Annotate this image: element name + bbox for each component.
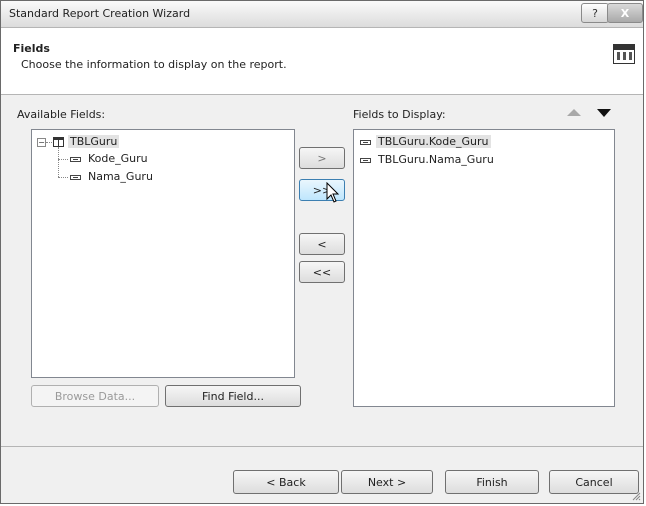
fields-to-display-label: Fields to Display:	[353, 108, 446, 121]
mouse-cursor-icon	[326, 182, 340, 203]
available-fields-tree[interactable]: − TBLGuru Kode_Guru Nama_Guru	[31, 129, 295, 378]
help-button[interactable]: ?	[581, 3, 609, 23]
remove-all-fields-button[interactable]: <<	[299, 261, 345, 283]
finish-button[interactable]: Finish	[445, 470, 539, 494]
tree-node-field[interactable]: Nama_Guru	[88, 170, 153, 183]
fields-to-display-list[interactable]: TBLGuru.Kode_Guru TBLGuru.Nama_Guru	[353, 129, 615, 407]
cancel-button[interactable]: Cancel	[549, 470, 639, 494]
display-field-item[interactable]: TBLGuru.Kode_Guru	[376, 135, 491, 148]
display-field-item[interactable]: TBLGuru.Nama_Guru	[378, 153, 494, 166]
field-icon	[70, 157, 81, 162]
window-title: Standard Report Creation Wizard	[9, 7, 191, 20]
page-subtitle: Choose the information to display on the…	[21, 58, 287, 71]
title-bar[interactable]: Standard Report Creation Wizard ? X	[1, 1, 643, 28]
report-icon	[613, 44, 635, 64]
wizard-header: Fields Choose the information to display…	[1, 28, 643, 95]
next-button[interactable]: Next >	[341, 470, 433, 494]
move-down-arrow-icon[interactable]	[597, 109, 611, 117]
field-icon	[360, 158, 371, 163]
browse-data-button[interactable]: Browse Data...	[31, 385, 159, 407]
available-fields-label: Available Fields:	[17, 108, 106, 121]
tree-node-table[interactable]: TBLGuru	[68, 135, 120, 148]
field-icon	[360, 140, 371, 145]
page-title: Fields	[13, 42, 50, 55]
tree-node-field[interactable]: Kode_Guru	[88, 152, 148, 165]
add-field-button[interactable]: >	[299, 147, 345, 169]
back-button[interactable]: < Back	[233, 470, 339, 494]
move-up-arrow-icon[interactable]	[567, 109, 581, 116]
wizard-window: Standard Report Creation Wizard ? X Fiel…	[0, 0, 644, 504]
collapse-icon[interactable]: −	[37, 138, 46, 147]
table-icon	[53, 137, 64, 147]
find-field-button[interactable]: Find Field...	[165, 385, 301, 407]
resize-grip-icon[interactable]	[631, 491, 641, 501]
footer-divider	[1, 446, 643, 447]
remove-field-button[interactable]: <	[299, 233, 345, 255]
close-button[interactable]: X	[607, 3, 643, 23]
field-icon	[70, 175, 81, 180]
